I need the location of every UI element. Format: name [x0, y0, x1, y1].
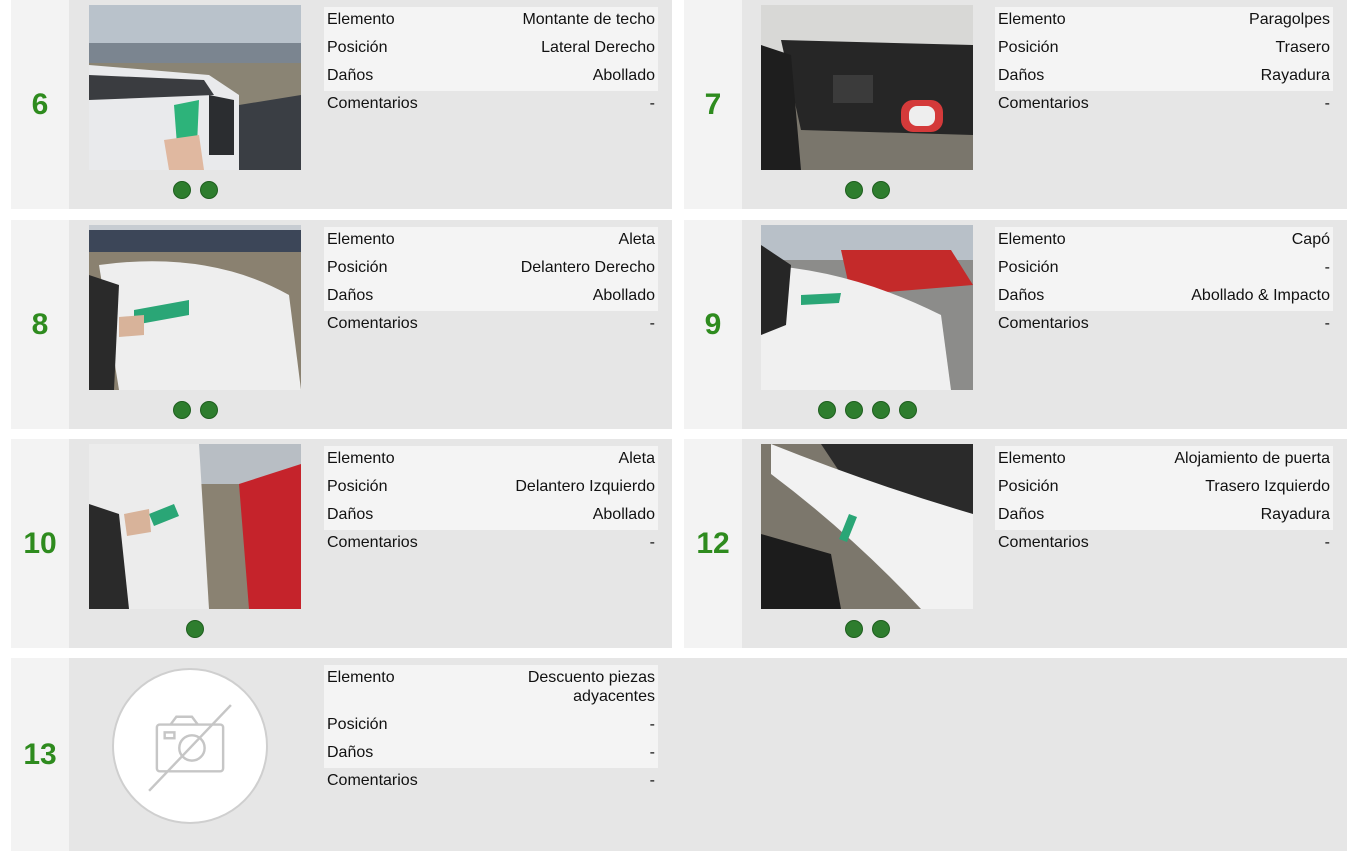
photo-indicator-dot[interactable] — [871, 401, 890, 419]
row-comments: Comentarios - — [327, 315, 655, 332]
damage-number: 7 — [684, 0, 742, 209]
row-position: Posición Delantero Derecho — [324, 255, 658, 283]
damage-number: 10 — [11, 439, 69, 648]
damage-photo[interactable] — [89, 5, 301, 170]
row-comments: Comentarios - — [327, 534, 655, 551]
damage-card-9: 9 Elemento Capó Posición - Daños Abollado &… — [684, 220, 1347, 429]
photo-indicator-dot[interactable] — [871, 620, 890, 638]
row-position: Posición - — [324, 712, 658, 740]
damage-info-table: Elemento Alojamiento de puerta Posición Tr… — [995, 446, 1333, 558]
row-comments: Comentarios - — [998, 534, 1330, 551]
row-damage: Daños Abollado — [324, 283, 658, 311]
photo-indicator-dot[interactable] — [817, 401, 836, 419]
damage-number: 12 — [684, 439, 742, 648]
row-element: Elemento Aleta — [324, 227, 658, 255]
damage-photo[interactable] — [761, 225, 973, 390]
camera-slash-icon — [148, 704, 232, 792]
row-element: Elemento Descuento piezas adyacentes — [324, 665, 658, 712]
photo-indicator-dot[interactable] — [186, 620, 204, 638]
damage-card-6: 6 Elemento Montante de techo Posición Late… — [11, 0, 672, 209]
row-comments: Comentarios - — [998, 315, 1330, 332]
row-comments: Comentarios - — [998, 95, 1330, 112]
damage-info-table: Elemento Paragolpes Posición Trasero Daños… — [995, 7, 1333, 119]
photo-indicator-dot[interactable] — [172, 401, 191, 419]
damage-number: 9 — [684, 220, 742, 429]
photo-indicator-dot[interactable] — [871, 181, 890, 199]
damage-number: 8 — [11, 220, 69, 429]
photo-indicator-dot[interactable] — [172, 181, 191, 199]
row-position: Posición - — [995, 255, 1333, 283]
row-element: Elemento Capó — [995, 227, 1333, 255]
row-damage: Daños Abollado — [324, 63, 658, 91]
damage-info-table: Elemento Capó Posición - Daños Abollado & I… — [995, 227, 1333, 339]
damage-info-table: Elemento Descuento piezas adyacentes Posi… — [324, 665, 658, 796]
photo-dots — [761, 180, 973, 200]
damage-number: 13 — [11, 658, 69, 851]
row-element: Elemento Alojamiento de puerta — [995, 446, 1333, 474]
photo-indicator-dot[interactable] — [844, 401, 863, 419]
photo-indicator-dot[interactable] — [199, 181, 218, 199]
no-photo-placeholder — [112, 668, 268, 824]
row-comments: Comentarios - — [327, 772, 655, 789]
damage-card-10: 10 Elemento Aleta Posición Delantero Izqui… — [11, 439, 672, 648]
photo-indicator-dot[interactable] — [844, 181, 863, 199]
damage-number: 6 — [11, 0, 69, 209]
damage-photo[interactable] — [761, 5, 973, 170]
row-damage: Daños - — [324, 740, 658, 768]
row-comments: Comentarios - — [327, 95, 655, 112]
row-damage: Daños Abollado & Impacto — [995, 283, 1333, 311]
damage-info-table: Elemento Aleta Posición Delantero Derecho … — [324, 227, 658, 339]
damage-card-13: 13 Elemento Descuento piezas adyacentes P… — [11, 658, 1347, 851]
damage-photo[interactable] — [89, 225, 301, 390]
damage-card-7: 7 Elemento Paragolpes Posición Trasero Dañ… — [684, 0, 1347, 209]
photo-dots — [89, 400, 301, 420]
photo-dots — [89, 619, 301, 639]
row-position: Posición Lateral Derecho — [324, 35, 658, 63]
row-position: Posición Trasero — [995, 35, 1333, 63]
row-element: Elemento Paragolpes — [995, 7, 1333, 35]
row-damage: Daños Abollado — [324, 502, 658, 530]
photo-indicator-dot[interactable] — [898, 401, 917, 419]
row-element: Elemento Aleta — [324, 446, 658, 474]
damage-info-table: Elemento Aleta Posición Delantero Izquierd… — [324, 446, 658, 558]
row-element: Elemento Montante de techo — [324, 7, 658, 35]
damage-card-8: 8 Elemento Aleta Posición Delantero Derech… — [11, 220, 672, 429]
row-position: Posición Trasero Izquierdo — [995, 474, 1333, 502]
damage-info-table: Elemento Montante de techo Posición Latera… — [324, 7, 658, 119]
row-position: Posición Delantero Izquierdo — [324, 474, 658, 502]
photo-indicator-dot[interactable] — [199, 401, 218, 419]
row-damage: Daños Rayadura — [995, 63, 1333, 91]
damage-card-12: 12 Elemento Alojamiento de puerta Posició… — [684, 439, 1347, 648]
photo-dots — [761, 400, 973, 420]
photo-dots — [89, 180, 301, 200]
damage-photo[interactable] — [89, 444, 301, 609]
damage-photo[interactable] — [761, 444, 973, 609]
photo-indicator-dot[interactable] — [844, 620, 863, 638]
row-damage: Daños Rayadura — [995, 502, 1333, 530]
photo-dots — [761, 619, 973, 639]
